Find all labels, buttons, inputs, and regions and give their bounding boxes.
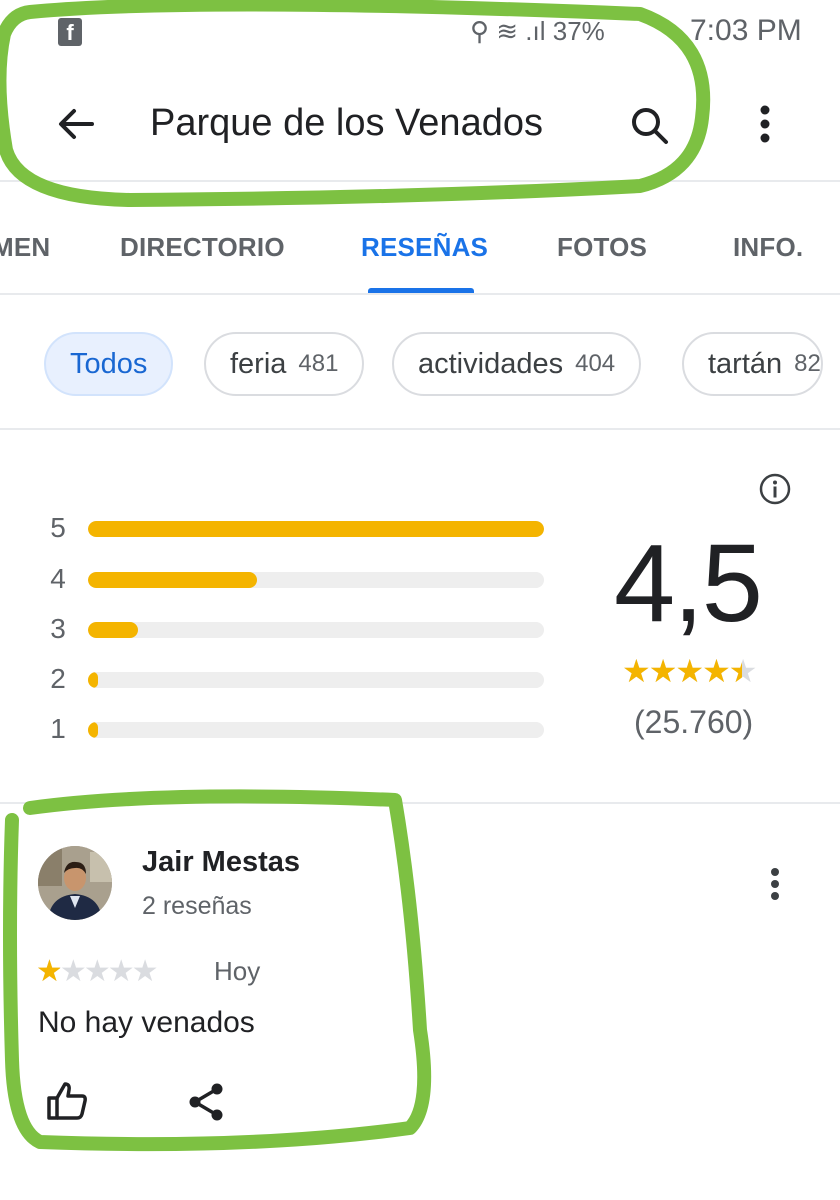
rating-bar-3 — [88, 622, 544, 638]
star-fill: ★ — [675, 653, 703, 689]
star-icon: ★★ — [702, 653, 731, 689]
more-vert-icon[interactable] — [758, 860, 792, 908]
star-icon: ★★ — [131, 955, 159, 988]
share-icon[interactable] — [186, 1082, 226, 1122]
chip-count: 481 — [298, 350, 339, 377]
star-icon: ★★ — [36, 955, 63, 988]
rating-bar-fill — [88, 722, 99, 738]
rating-label-1: 1 — [50, 713, 66, 744]
clock: 7:03 PM — [690, 14, 802, 47]
total-reviews: (25.760) — [634, 704, 754, 740]
review-text: No hay venados — [38, 1006, 255, 1039]
arrow-back-icon[interactable] — [52, 100, 100, 148]
status-icons-glyphs: ⚲ ≋ .ıl — [470, 16, 546, 46]
star-icon: ★★ — [675, 653, 704, 689]
battery-level: 37% — [552, 16, 605, 46]
average-stars: ★★★★★★★★★★ — [622, 652, 758, 690]
star-icon: ★★ — [622, 653, 651, 689]
rating-label-2: 2 — [50, 663, 66, 694]
star-icon: ★★ — [648, 653, 678, 689]
chip-feria[interactable]: feria 481 — [204, 332, 365, 396]
header-divider — [0, 180, 840, 182]
rating-bar-fill — [88, 521, 544, 537]
tab-info[interactable]: INFO. — [733, 232, 803, 263]
rating-bar-4 — [88, 572, 544, 588]
status-bar: f ⚲ ≋ .ıl 37% 7:03 PM — [0, 0, 840, 62]
review-stars: ★★★★★★★★★★ — [36, 954, 159, 989]
star-fill: ★ — [648, 653, 676, 689]
chip-label: Todos — [70, 347, 148, 380]
star-fill: ★ — [729, 652, 742, 690]
star-icon: ★★ — [728, 652, 758, 690]
chip-tartan[interactable]: tartán 82 — [682, 332, 823, 396]
star-fill: ★ — [622, 653, 649, 689]
search-icon[interactable] — [628, 104, 672, 148]
star-icon: ★★ — [83, 955, 111, 988]
chip-label: actividades — [418, 347, 564, 380]
reviewer-name[interactable]: Jair Mestas — [142, 846, 300, 879]
average-rating: 4,5 — [614, 522, 763, 645]
info-icon[interactable] — [758, 472, 792, 506]
chip-label: tartán — [708, 347, 783, 380]
tab-fotos[interactable]: FOTOS — [557, 232, 647, 263]
star-icon: ★★ — [59, 955, 87, 988]
facebook-icon: f — [58, 18, 82, 46]
star-fill: ★ — [36, 955, 60, 988]
rating-label-5: 5 — [50, 512, 66, 543]
reviewer-review-count: 2 reseñas — [142, 892, 252, 920]
rating-bar-fill — [88, 572, 257, 588]
thumb-up-icon[interactable] — [44, 1078, 90, 1124]
avatar[interactable] — [38, 846, 112, 920]
more-vert-icon[interactable] — [748, 100, 782, 148]
chip-count: 404 — [575, 350, 616, 377]
summary-divider — [0, 802, 840, 804]
rating-bar-2 — [88, 672, 544, 688]
rating-label-3: 3 — [50, 613, 66, 644]
rating-label-4: 4 — [50, 563, 66, 594]
chip-count: 82 — [794, 350, 821, 377]
review-date: Hoy — [214, 956, 261, 986]
rating-bar-fill — [88, 672, 99, 688]
chips-divider — [0, 428, 840, 430]
tab-directorio[interactable]: DIRECTORIO — [120, 232, 285, 263]
place-title[interactable]: Parque de los Venados — [150, 102, 543, 145]
tab-resumen[interactable]: MEN — [0, 232, 50, 263]
rating-bar-5 — [88, 521, 544, 537]
star-icon: ★★ — [107, 955, 135, 988]
rating-bar-1 — [88, 722, 544, 738]
chip-actividades[interactable]: actividades 404 — [392, 332, 642, 396]
tab-resenas[interactable]: RESEÑAS — [361, 232, 488, 263]
chip-todos[interactable]: Todos — [44, 332, 174, 396]
star-fill: ★ — [702, 653, 729, 689]
status-icons: ⚲ ≋ .ıl 37% — [470, 16, 605, 47]
tabs-divider — [0, 293, 840, 295]
chip-label: feria — [230, 347, 287, 380]
rating-bar-fill — [88, 622, 139, 638]
